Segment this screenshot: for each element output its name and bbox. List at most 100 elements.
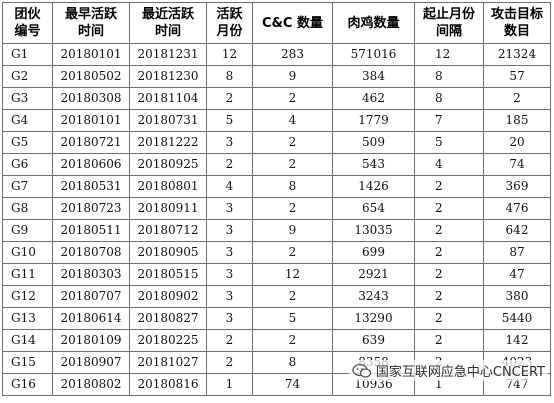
- cell-first-active: 20180606: [52, 153, 130, 176]
- cell-gang-id: G2: [2, 65, 53, 88]
- header-line: 肉鸡数量: [347, 15, 400, 31]
- cell-target-count: 369: [483, 175, 551, 198]
- cell-active-months: 3: [206, 307, 253, 330]
- cell-last-active: 20180902: [129, 285, 207, 308]
- cell-gang-id: G1: [2, 43, 53, 66]
- cell-first-active: 20180802: [52, 373, 130, 396]
- cell-gang-id: G11: [2, 263, 53, 286]
- cell-cnc-count: 8: [252, 351, 333, 374]
- header-line: 活跃: [216, 7, 243, 22]
- cell-target-count: 20: [483, 131, 551, 154]
- header-line: 时间: [77, 24, 104, 39]
- cell-bot-count: 1779: [332, 109, 415, 132]
- cell-first-active: 20180502: [52, 65, 130, 88]
- cell-cnc-count: 5: [252, 307, 333, 330]
- cell-last-active: 20180801: [129, 175, 207, 198]
- cell-gang-id: G13: [2, 307, 53, 330]
- header-row: 团伙 编号 最早活跃 时间 最近活跃 时间 活跃 月份 C&C 数量 肉鸡数量 起止月份 间隔 攻击目标…: [2, 2, 551, 44]
- header-month-span: 起止月份 间隔: [414, 2, 484, 44]
- cell-active-months: 3: [206, 131, 253, 154]
- cell-first-active: 20180707: [52, 285, 130, 308]
- cell-cnc-count: 2: [252, 153, 333, 176]
- cell-last-active: 20181104: [129, 87, 207, 110]
- cell-last-active: 20180731: [129, 109, 207, 132]
- cell-first-active: 20180308: [52, 87, 130, 110]
- table-header: 团伙 编号 最早活跃 时间 最近活跃 时间 活跃 月份 C&C 数量 肉鸡数量 起止月份 间隔 攻击目标…: [2, 2, 551, 44]
- header-line: 数目: [503, 24, 530, 39]
- cell-month-span: 8: [414, 65, 484, 88]
- botnet-gang-table: 团伙 编号 最早活跃 时间 最近活跃 时间 活跃 月份 C&C 数量 肉鸡数量 起止月份 间隔 攻击目标…: [2, 2, 551, 396]
- cell-month-span: 2: [414, 329, 484, 352]
- table-row: G8 20180723 20180911 3 2 654 2 476: [2, 197, 551, 220]
- cell-active-months: 5: [206, 109, 253, 132]
- cell-first-active: 20180708: [52, 241, 130, 264]
- header-line: 月份: [216, 24, 243, 39]
- table-row: G12 20180707 20180902 3 2 3243 2 380: [2, 285, 551, 308]
- header-target-count: 攻击目标 数目: [483, 2, 551, 44]
- cell-gang-id: G6: [2, 153, 53, 176]
- cell-cnc-count: 12: [252, 263, 333, 286]
- cell-active-months: 8: [206, 65, 253, 88]
- cell-cnc-count: 2: [252, 197, 333, 220]
- header-line: 团伙: [14, 7, 41, 22]
- cell-last-active: 20180827: [129, 307, 207, 330]
- cell-active-months: 2: [206, 87, 253, 110]
- table-row: G5 20180721 20181222 3 2 509 5 20: [2, 131, 551, 154]
- cell-last-active: 20180905: [129, 241, 207, 264]
- cell-gang-id: G14: [2, 329, 53, 352]
- cell-bot-count: 543: [332, 153, 415, 176]
- header-line: 攻击目标: [490, 7, 543, 22]
- header-line: 起止月份: [422, 7, 475, 22]
- cell-cnc-count: 9: [252, 65, 333, 88]
- cell-active-months: 1: [206, 373, 253, 396]
- table-row: G6 20180606 20180925 2 2 543 4 74: [2, 153, 551, 176]
- cell-first-active: 20180101: [52, 43, 130, 66]
- cell-last-active: 20180712: [129, 219, 207, 242]
- cell-bot-count: 462: [332, 87, 415, 110]
- cell-last-active: 20180911: [129, 197, 207, 220]
- cell-bot-count: 571016: [332, 43, 415, 66]
- cell-gang-id: G5: [2, 131, 53, 154]
- header-last-active: 最近活跃 时间: [129, 2, 207, 44]
- cell-bot-count: 639: [332, 329, 415, 352]
- cell-target-count: 21324: [483, 43, 551, 66]
- header-gang-id: 团伙 编号: [2, 2, 53, 44]
- table-body: G1 20180101 20181231 12 283 571016 12 21324 G2 20…: [2, 43, 551, 396]
- cell-last-active: 20180225: [129, 329, 207, 352]
- cell-gang-id: G10: [2, 241, 53, 264]
- cell-cnc-count: 2: [252, 285, 333, 308]
- cell-first-active: 20180101: [52, 109, 130, 132]
- cell-active-months: 3: [206, 219, 253, 242]
- cell-gang-id: G9: [2, 219, 53, 242]
- cell-cnc-count: 2: [252, 131, 333, 154]
- cell-month-span: 8: [414, 87, 484, 110]
- table-row: G2 20180502 20181230 8 9 384 8 57: [2, 65, 551, 88]
- cell-bot-count: 13290: [332, 307, 415, 330]
- cell-bot-count: 1426: [332, 175, 415, 198]
- cell-target-count: 57: [483, 65, 551, 88]
- cell-cnc-count: 9: [252, 219, 333, 242]
- cell-gang-id: G7: [2, 175, 53, 198]
- cell-target-count: 476: [483, 197, 551, 220]
- header-line: 时间: [154, 24, 181, 39]
- cell-target-count: 185: [483, 109, 551, 132]
- table-row: G14 20180109 20180225 2 2 639 2 142: [2, 329, 551, 352]
- cell-cnc-count: 2: [252, 329, 333, 352]
- cell-first-active: 20180109: [52, 329, 130, 352]
- cell-first-active: 20180907: [52, 351, 130, 374]
- cell-active-months: 2: [206, 153, 253, 176]
- cell-bot-count: 13035: [332, 219, 415, 242]
- table-row: G1 20180101 20181231 12 283 571016 12 21324: [2, 43, 551, 66]
- cell-last-active: 20180515: [129, 263, 207, 286]
- cell-last-active: 20181231: [129, 43, 207, 66]
- cell-month-span: 7: [414, 109, 484, 132]
- table-row: G9 20180511 20180712 3 9 13035 2 642: [2, 219, 551, 242]
- cell-cnc-count: 2: [252, 241, 333, 264]
- cell-bot-count: 699: [332, 241, 415, 264]
- cell-active-months: 3: [206, 197, 253, 220]
- header-first-active: 最早活跃 时间: [52, 2, 130, 44]
- wechat-icon: [352, 363, 372, 379]
- table-row: G11 20180303 20180515 3 12 2921 2 47: [2, 263, 551, 286]
- cell-bot-count: 654: [332, 197, 415, 220]
- cell-active-months: 4: [206, 175, 253, 198]
